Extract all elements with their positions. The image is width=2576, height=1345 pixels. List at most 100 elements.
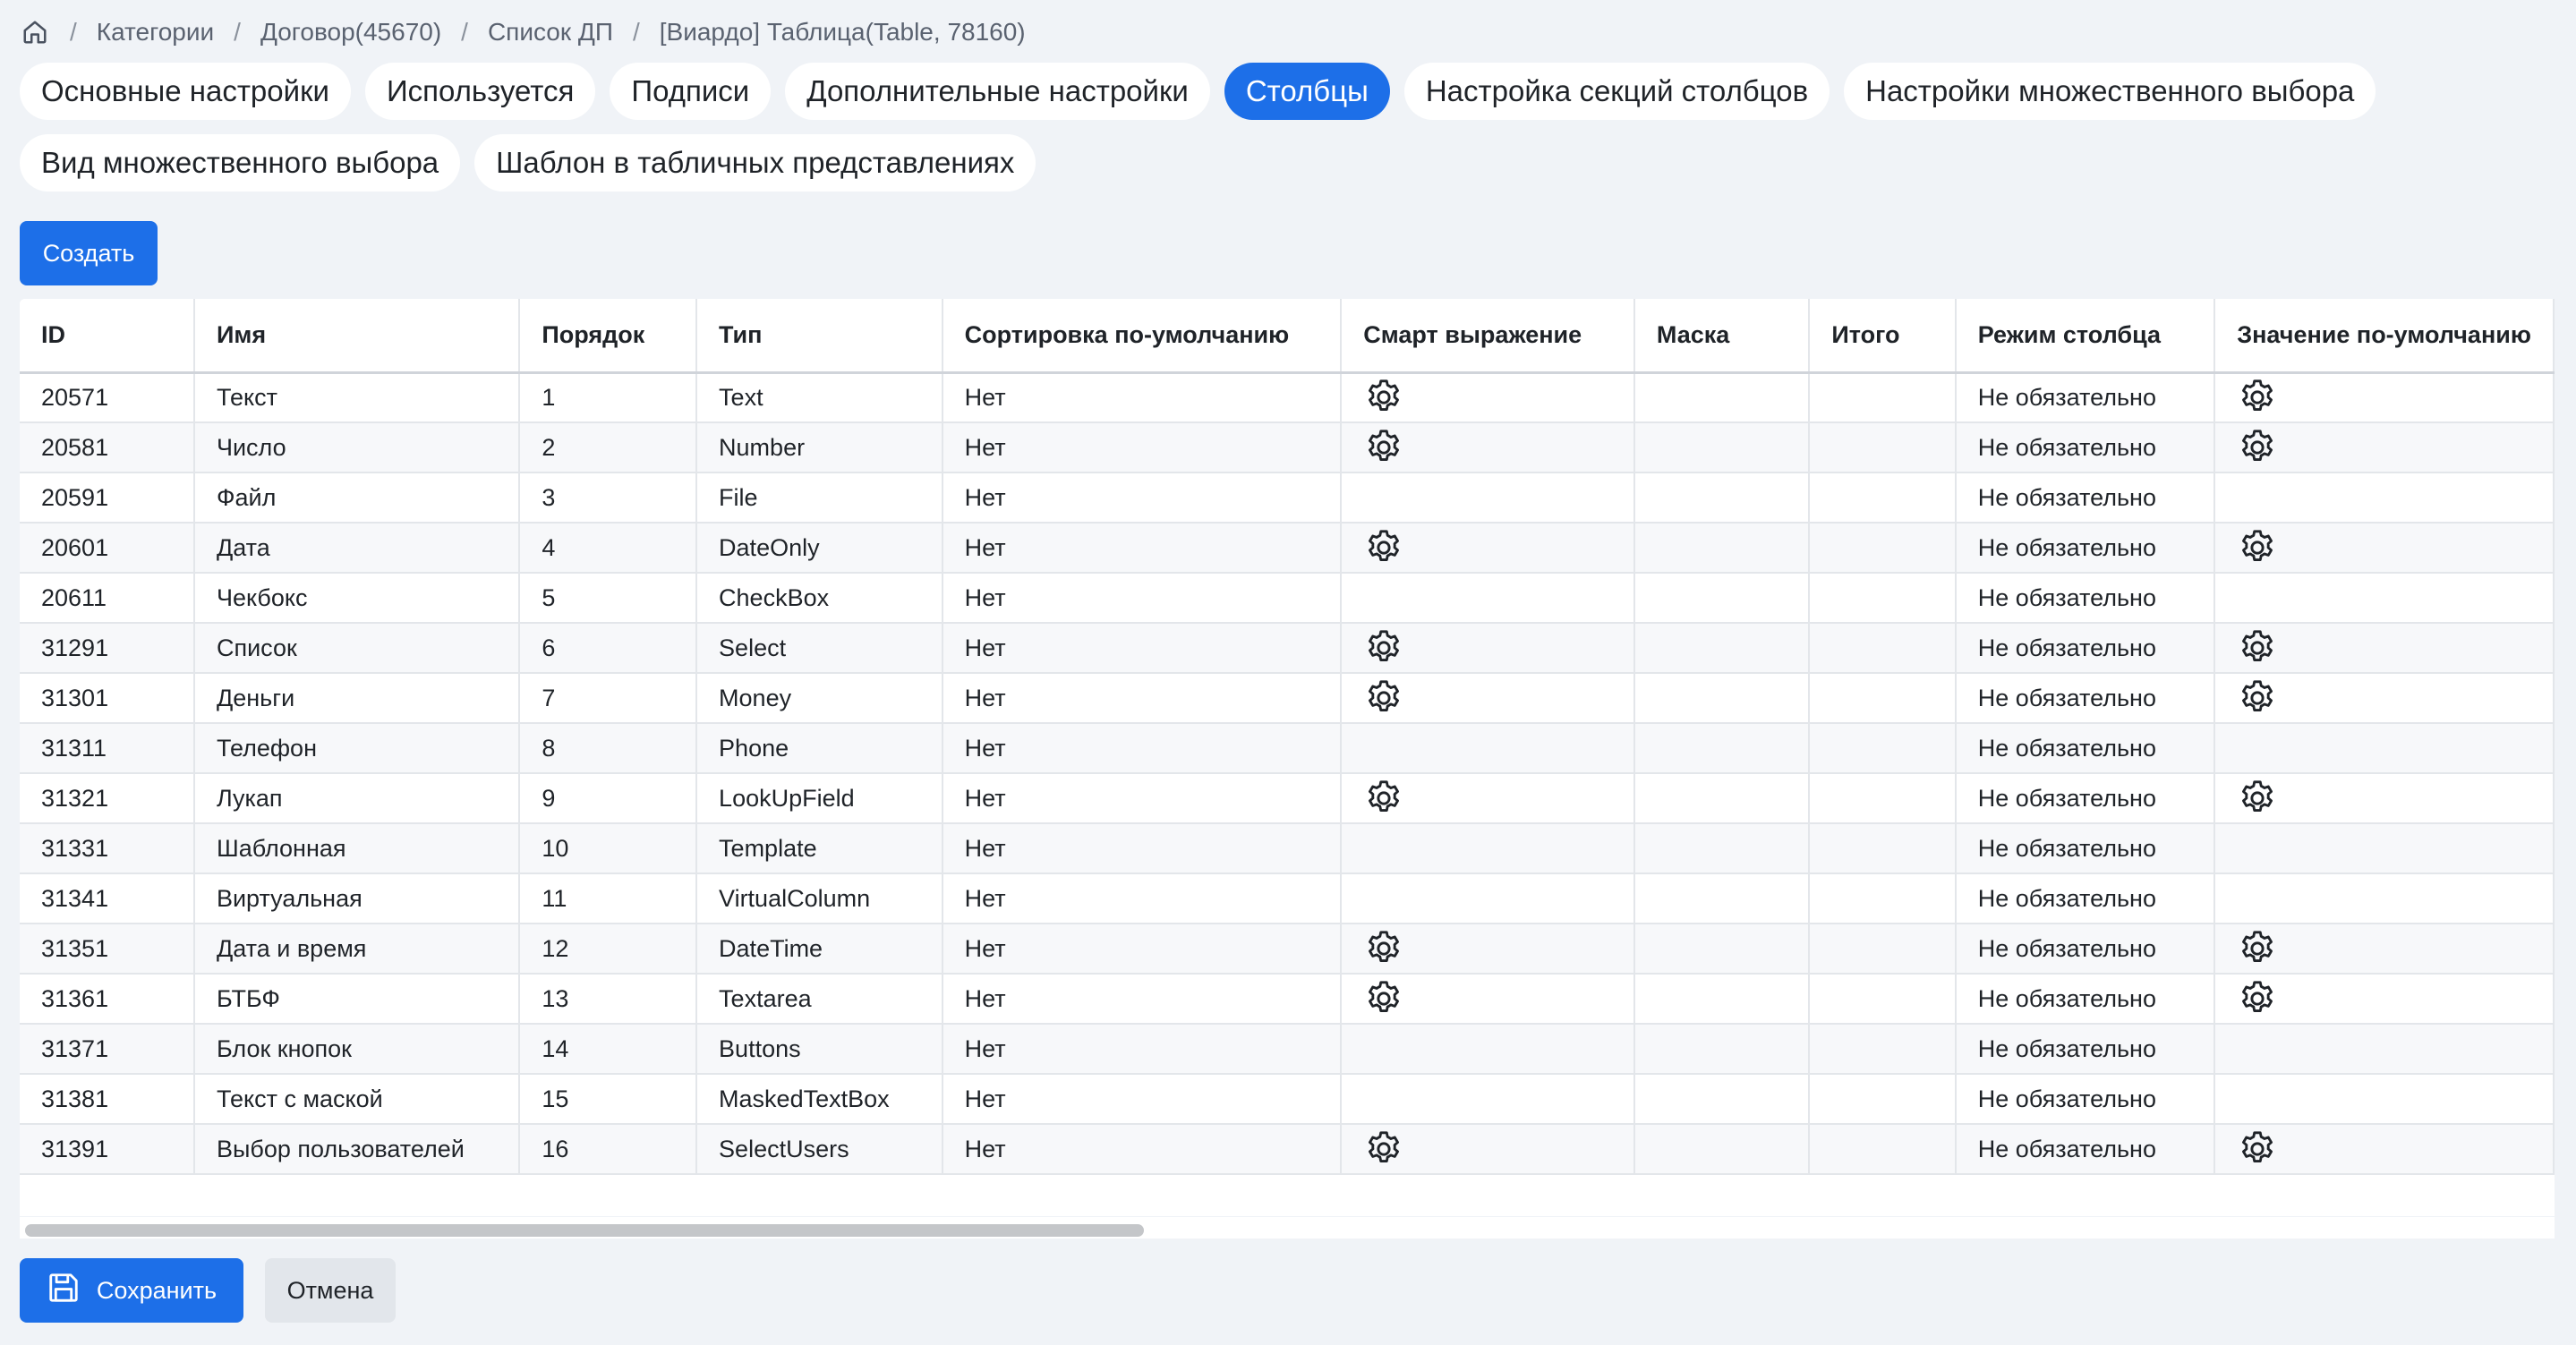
gear-icon[interactable] xyxy=(2237,931,2278,963)
gear-icon[interactable] xyxy=(1363,1131,1404,1163)
column-header-type[interactable]: Тип xyxy=(696,299,943,374)
tab-multiselect-view[interactable]: Вид множественного выбора xyxy=(20,134,461,192)
cell-id: 20571 xyxy=(20,372,195,423)
tab-table-template[interactable]: Шаблон в табличных представлениях xyxy=(474,134,1036,192)
cell-total xyxy=(1809,974,1957,1025)
column-header-mask[interactable]: Маска xyxy=(1633,299,1811,374)
table-row[interactable]: 31321 Лукап 9 LookUpField Нет Не обязательно xyxy=(20,773,2555,824)
column-header-default-value[interactable]: Значение по-умолчанию xyxy=(2214,299,2555,374)
cell-id: 31311 xyxy=(20,723,195,774)
table-row[interactable]: 31381 Текст с маской 15 MaskedTextBox Нет Не … xyxy=(20,1074,2555,1125)
cell-name: Выбор пользователей xyxy=(193,1124,521,1175)
gear-icon[interactable] xyxy=(2237,780,2278,813)
tab-main-settings[interactable]: Основные настройки xyxy=(20,63,351,120)
tab-signatures[interactable]: Подписи xyxy=(610,63,772,120)
gear-icon[interactable] xyxy=(2237,379,2278,412)
cell-name: Список xyxy=(193,623,521,674)
gear-icon[interactable] xyxy=(2237,1131,2278,1163)
cell-default-sort: Нет xyxy=(942,1074,1343,1125)
cell-total xyxy=(1809,422,1957,473)
gear-icon[interactable] xyxy=(1363,630,1404,662)
gear-icon[interactable] xyxy=(1363,931,1404,963)
home-icon[interactable] xyxy=(20,17,50,47)
cell-default-sort: Нет xyxy=(942,673,1343,724)
cell-order: 8 xyxy=(519,723,698,774)
gear-icon[interactable] xyxy=(1363,981,1404,1013)
gear-icon[interactable] xyxy=(2237,680,2278,712)
tab-column-sections[interactable]: Настройка секций столбцов xyxy=(1403,63,1830,120)
column-header-default-sort[interactable]: Сортировка по-умолчанию xyxy=(942,299,1343,374)
breadcrumb-list[interactable]: Список ДП xyxy=(488,18,613,47)
breadcrumb-categories[interactable]: Категории xyxy=(97,18,214,47)
cell-default-sort: Нет xyxy=(942,573,1343,624)
column-header-column-mode[interactable]: Режим столбца xyxy=(1955,299,2216,374)
column-header-smart-expression[interactable]: Смарт выражение xyxy=(1341,299,1635,374)
cell-smart-expression xyxy=(1341,1124,1635,1175)
table-row[interactable]: 31371 Блок кнопок 14 Buttons Нет Не обязатель… xyxy=(20,1024,2555,1075)
column-header-id[interactable]: ID xyxy=(20,299,195,374)
cell-total xyxy=(1809,623,1957,674)
table-row[interactable]: 31361 БТБФ 13 Textarea Нет Не обязательно xyxy=(20,974,2555,1025)
cell-name: Деньги xyxy=(193,673,521,724)
gear-icon[interactable] xyxy=(2237,430,2278,462)
breadcrumb-contract[interactable]: Договор(45670) xyxy=(260,18,441,47)
table-row[interactable]: 31331 Шаблонная 10 Template Нет Не обязательн… xyxy=(20,823,2555,874)
cell-default-value xyxy=(2214,1074,2555,1125)
gear-icon[interactable] xyxy=(1363,680,1404,712)
gear-icon[interactable] xyxy=(1363,530,1404,562)
cancel-button[interactable]: Отмена xyxy=(265,1258,396,1323)
cell-default-sort: Нет xyxy=(942,623,1343,674)
column-header-order[interactable]: Порядок xyxy=(519,299,698,374)
cell-id: 31291 xyxy=(20,623,195,674)
gear-icon[interactable] xyxy=(1363,430,1404,462)
gear-icon[interactable] xyxy=(1363,780,1404,813)
gear-icon[interactable] xyxy=(2237,630,2278,662)
cell-type: Template xyxy=(696,823,943,874)
tab-multiselect-settings[interactable]: Настройки множественного выбора xyxy=(1844,63,2376,120)
cell-name: Телефон xyxy=(193,723,521,774)
cell-type: MaskedTextBox xyxy=(696,1074,943,1125)
cell-order: 9 xyxy=(519,773,698,824)
tab-used-in[interactable]: Используется xyxy=(364,63,596,120)
table-row[interactable]: 20601 Дата 4 DateOnly Нет Не обязательно xyxy=(20,523,2555,574)
cell-type: Select xyxy=(696,623,943,674)
cell-default-sort: Нет xyxy=(942,723,1343,774)
gear-icon[interactable] xyxy=(2237,530,2278,562)
column-header-total[interactable]: Итого xyxy=(1809,299,1957,374)
table-row[interactable]: 31301 Деньги 7 Money Нет Не обязательно xyxy=(20,673,2555,724)
cell-default-sort: Нет xyxy=(942,823,1343,874)
cell-smart-expression xyxy=(1341,673,1635,724)
horizontal-scrollbar[interactable] xyxy=(20,1217,2555,1239)
tab-additional-settings[interactable]: Дополнительные настройки xyxy=(785,63,1210,120)
cell-smart-expression xyxy=(1341,1024,1635,1075)
cell-smart-expression xyxy=(1341,773,1635,824)
table-row[interactable]: 20571 Текст 1 Text Нет Не обязательно xyxy=(20,372,2555,423)
cell-type: Textarea xyxy=(696,974,943,1025)
table-row[interactable]: 20581 Число 2 Number Нет Не обязательно xyxy=(20,422,2555,473)
table-row[interactable]: 31391 Выбор пользователей 16 SelectUsers Нет… xyxy=(20,1124,2555,1175)
column-header-name[interactable]: Имя xyxy=(193,299,521,374)
table-row[interactable]: 20591 Файл 3 File Нет Не обязательно xyxy=(20,472,2555,524)
tab-columns[interactable]: Столбцы xyxy=(1224,63,1390,120)
cell-default-value xyxy=(2214,523,2555,574)
table-row[interactable]: 31351 Дата и время 12 DateTime Нет Не обязат… xyxy=(20,924,2555,975)
gear-icon[interactable] xyxy=(2237,981,2278,1013)
cell-mask xyxy=(1633,723,1811,774)
table-row[interactable]: 20611 Чекбокс 5 CheckBox Нет Не обязательно xyxy=(20,573,2555,624)
cell-default-value xyxy=(2214,924,2555,975)
cell-type: Text xyxy=(696,372,943,423)
cell-order: 5 xyxy=(519,573,698,624)
cell-id: 31351 xyxy=(20,924,195,975)
table-row[interactable]: 31311 Телефон 8 Phone Нет Не обязательно xyxy=(20,723,2555,774)
cell-smart-expression xyxy=(1341,372,1635,423)
scrollbar-thumb[interactable] xyxy=(25,1224,1144,1237)
columns-table-container: ID Имя Порядок Тип Сортировка по-умолчан… xyxy=(20,299,2555,1216)
cell-default-value xyxy=(2214,422,2555,473)
cell-type: Money xyxy=(696,673,943,724)
gear-icon[interactable] xyxy=(1363,379,1404,412)
create-button[interactable]: Создать xyxy=(20,221,158,285)
save-button[interactable]: Сохранить xyxy=(20,1258,243,1323)
table-row[interactable]: 31341 Виртуальная 11 VirtualColumn Нет Не обя… xyxy=(20,873,2555,924)
cell-smart-expression xyxy=(1341,974,1635,1025)
table-row[interactable]: 31291 Список 6 Select Нет Не обязательно xyxy=(20,623,2555,674)
